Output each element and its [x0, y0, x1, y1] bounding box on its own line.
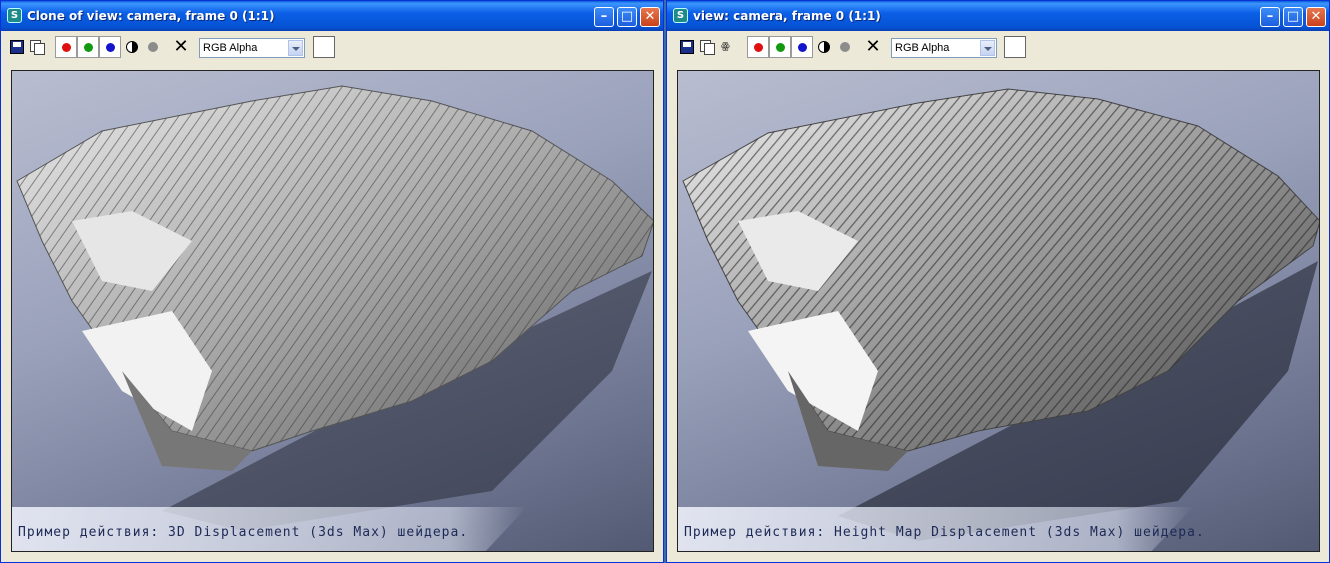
maximize-button[interactable]: □ — [1283, 7, 1303, 27]
copy-image-icon[interactable] — [700, 40, 715, 55]
caption-text: Пример действия: 3D Displacement (3ds Ma… — [18, 525, 469, 540]
color-swatch[interactable] — [313, 36, 335, 58]
clone-window-icon[interactable]: ꙮ — [721, 40, 739, 54]
red-channel-button[interactable] — [55, 36, 77, 58]
close-button[interactable]: ✕ — [640, 7, 660, 27]
monochrome-icon[interactable] — [126, 41, 138, 53]
chevron-down-icon[interactable] — [980, 40, 995, 56]
save-icon[interactable] — [680, 40, 694, 54]
render-window-main[interactable]: S view: camera, frame 0 (1:1) – □ ✕ ꙮ ✕ … — [666, 0, 1330, 563]
title-bar[interactable]: S Clone of view: camera, frame 0 (1:1) –… — [1, 1, 663, 31]
channel-select-value: RGB Alpha — [895, 42, 950, 54]
color-swatch[interactable] — [1004, 36, 1026, 58]
close-button[interactable]: ✕ — [1306, 7, 1326, 27]
alpha-channel-icon[interactable] — [148, 42, 158, 52]
green-channel-button[interactable] — [769, 36, 791, 58]
rendered-image: Пример действия: 3D Displacement (3ds Ma… — [11, 70, 654, 552]
green-channel-button[interactable] — [77, 36, 99, 58]
toolbar: ✕ RGB Alpha — [1, 31, 663, 63]
title-bar[interactable]: S view: camera, frame 0 (1:1) – □ ✕ — [667, 1, 1329, 31]
toolbar: ꙮ ✕ RGB Alpha — [667, 31, 1329, 63]
terrain-render — [682, 88, 1319, 541]
maximize-button[interactable]: □ — [617, 7, 637, 27]
window-title: view: camera, frame 0 (1:1) — [693, 9, 881, 23]
blue-channel-button[interactable] — [791, 36, 813, 58]
app-icon: S — [673, 8, 688, 23]
clear-icon[interactable]: ✕ — [173, 37, 189, 57]
minimize-button[interactable]: – — [1260, 7, 1280, 27]
red-channel-button[interactable] — [747, 36, 769, 58]
alpha-channel-icon[interactable] — [840, 42, 850, 52]
chevron-down-icon[interactable] — [288, 40, 303, 56]
save-icon[interactable] — [10, 40, 24, 54]
rendered-image: Пример действия: Height Map Displacement… — [677, 70, 1320, 552]
monochrome-icon[interactable] — [818, 41, 830, 53]
app-icon: S — [7, 8, 22, 23]
channel-select[interactable]: RGB Alpha — [199, 38, 305, 58]
channel-select[interactable]: RGB Alpha — [891, 38, 997, 58]
copy-image-icon[interactable] — [30, 40, 45, 55]
render-window-clone[interactable]: S Clone of view: camera, frame 0 (1:1) –… — [0, 0, 664, 563]
clear-icon[interactable]: ✕ — [865, 37, 881, 57]
window-title: Clone of view: camera, frame 0 (1:1) — [27, 9, 275, 23]
blue-channel-button[interactable] — [99, 36, 121, 58]
caption-text: Пример действия: Height Map Displacement… — [684, 525, 1205, 540]
channel-select-value: RGB Alpha — [203, 42, 258, 54]
minimize-button[interactable]: – — [594, 7, 614, 27]
terrain-render — [16, 85, 653, 531]
